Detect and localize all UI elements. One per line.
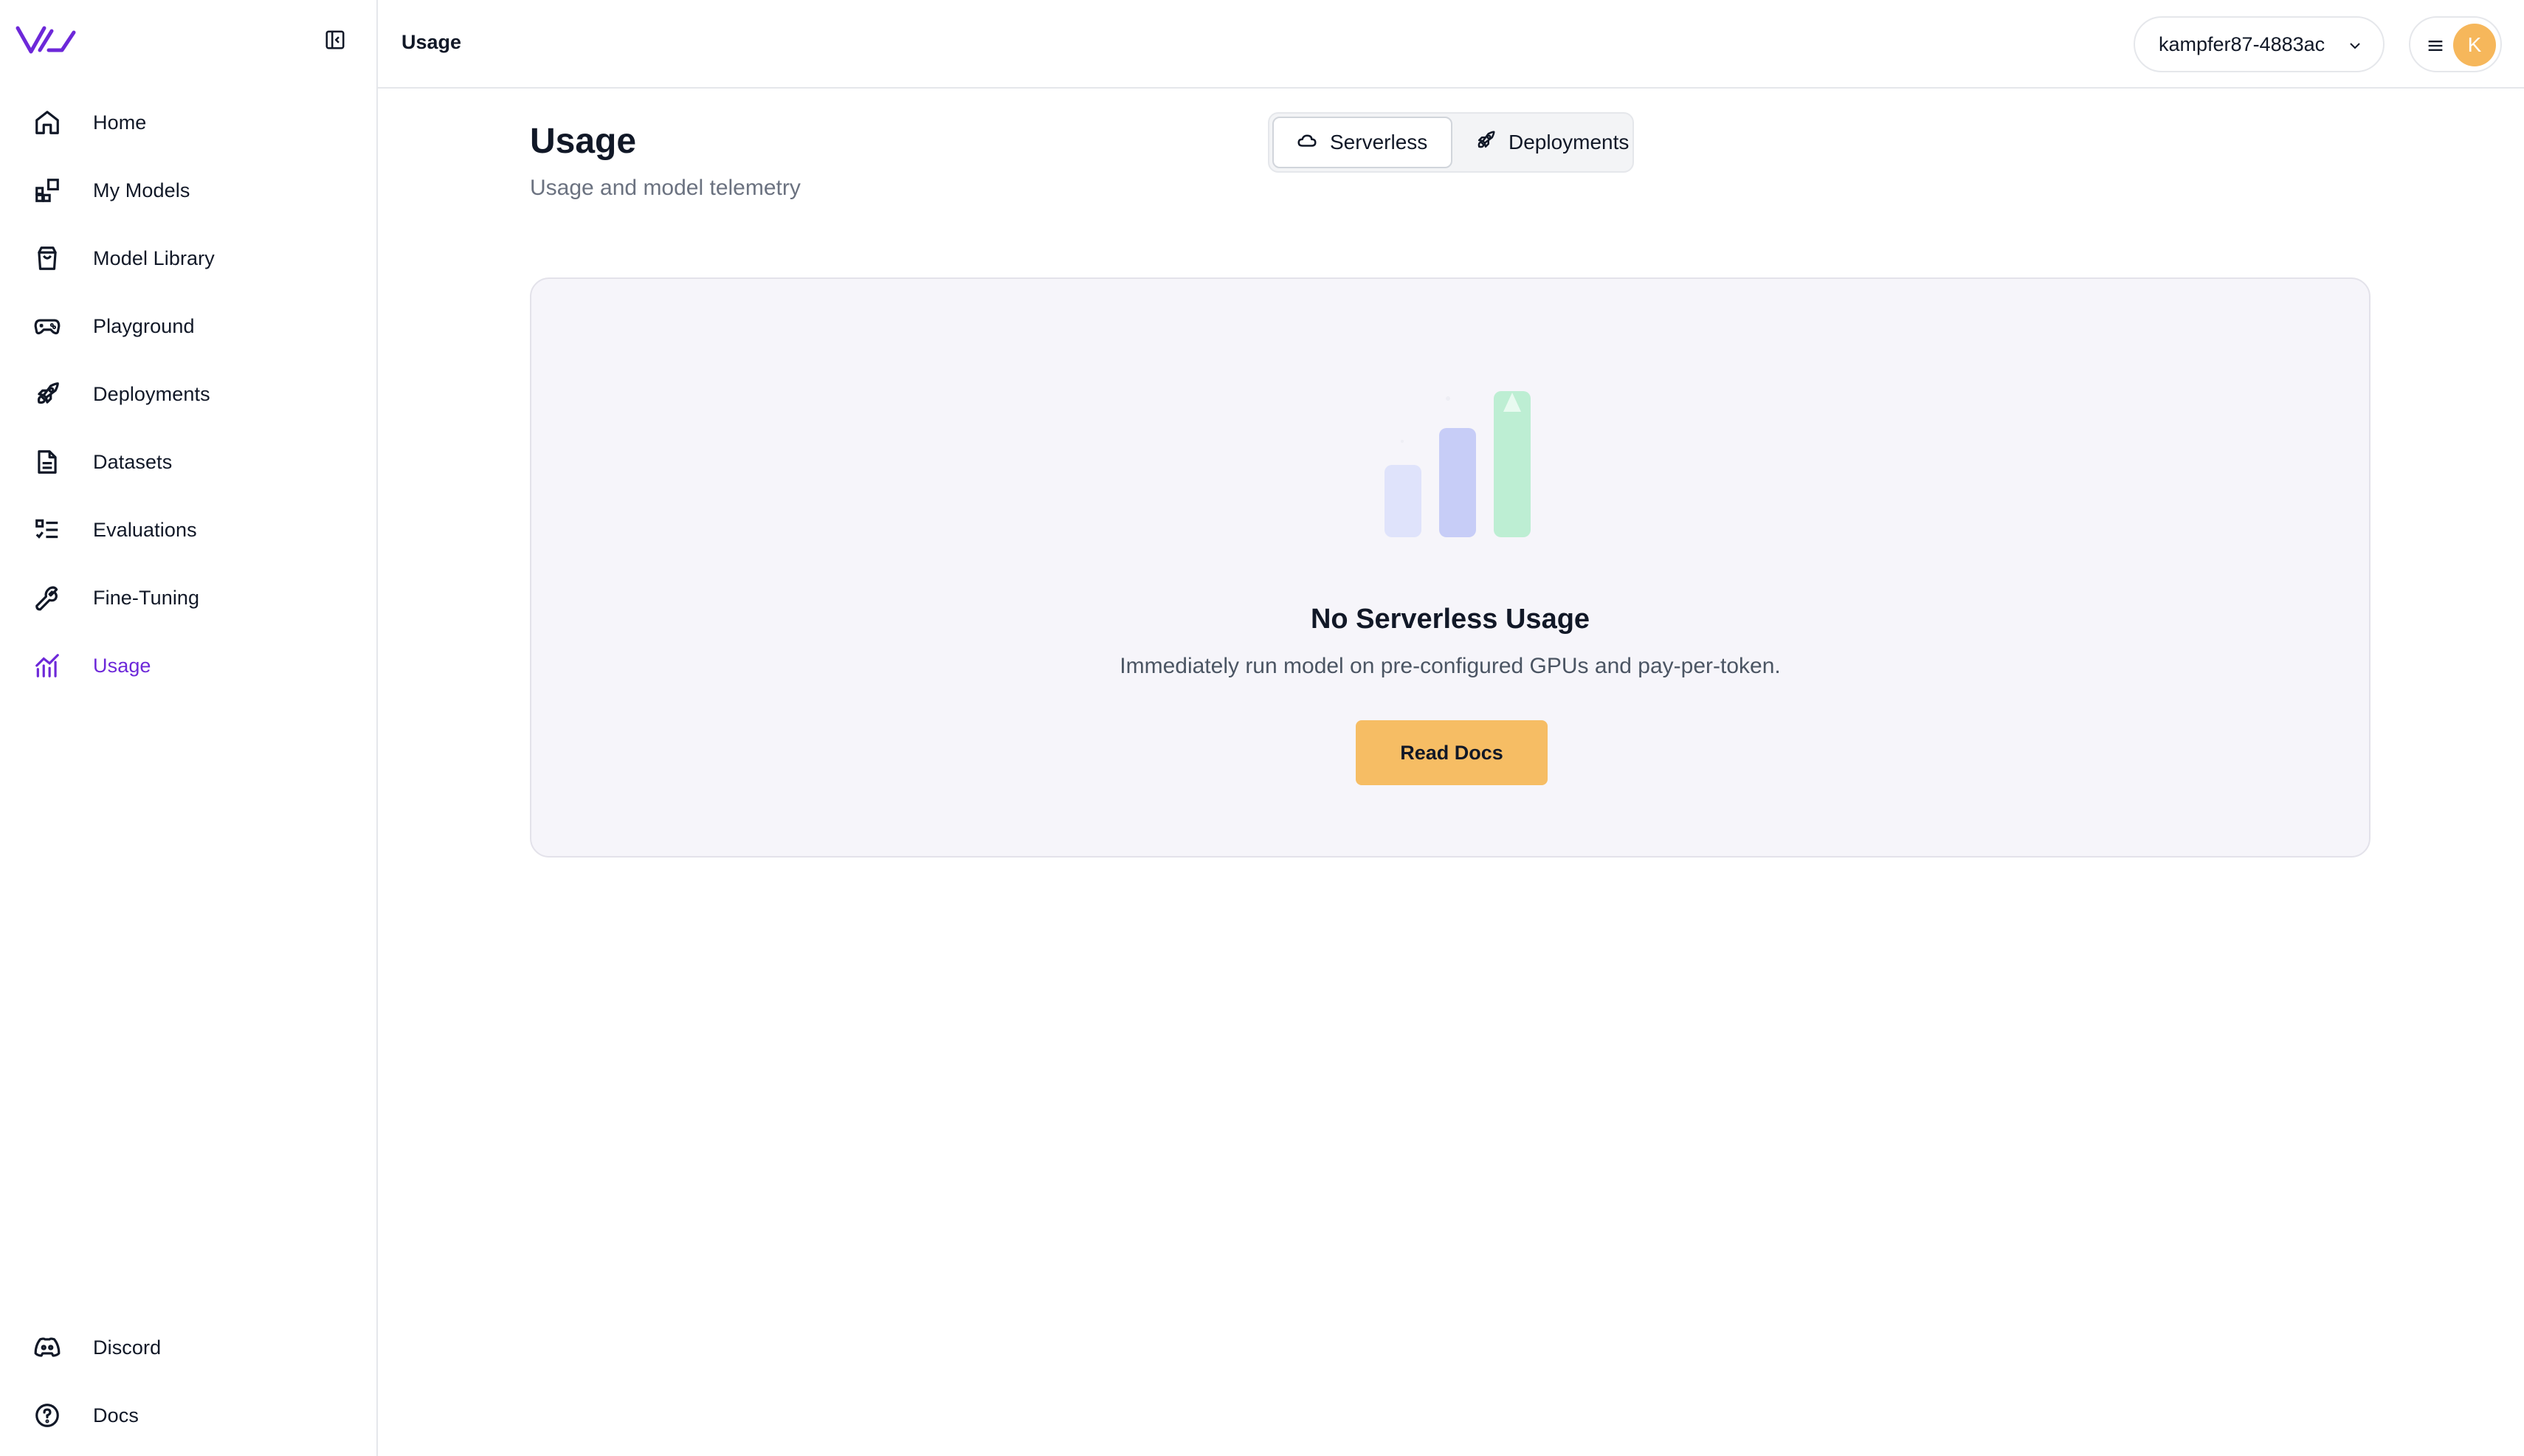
chevron-down-icon <box>2346 37 2364 60</box>
rocket-icon <box>30 376 65 412</box>
app-root: Home My Models Model Library Playground <box>0 0 2524 1456</box>
sidebar-item-docs[interactable]: Docs <box>0 1381 376 1449</box>
gamepad-icon <box>30 308 65 344</box>
user-menu-button[interactable]: K <box>2409 16 2502 72</box>
sidebar-item-label: Fine-Tuning <box>93 586 200 609</box>
document-icon <box>30 444 65 480</box>
tab-label: Serverless <box>1330 131 1428 153</box>
sidebar-collapse-icon <box>325 30 345 49</box>
rocket-icon <box>1475 129 1497 156</box>
empty-state-description: Immediately run model on pre-configured … <box>1120 654 1781 678</box>
sidebar-item-label: Model Library <box>93 246 215 269</box>
sidebar-item-datasets[interactable]: Datasets <box>0 428 376 496</box>
tab-deployments[interactable]: Deployments <box>1460 117 1630 168</box>
breadcrumb: Usage <box>401 31 462 53</box>
tab-label: Deployments <box>1508 131 1630 153</box>
empty-chart-illustration <box>1351 375 1542 545</box>
collapse-sidebar-button[interactable] <box>319 27 351 53</box>
account-name: kampfer87-4883ac <box>2159 32 2325 55</box>
sidebar-item-label: Deployments <box>93 382 210 405</box>
sidebar-item-label: My Models <box>93 179 190 201</box>
sidebar-item-label: Usage <box>93 654 151 677</box>
menu-icon <box>2425 35 2446 60</box>
sidebar-nav: Home My Models Model Library Playground <box>0 89 376 700</box>
sidebar-item-fine-tuning[interactable]: Fine-Tuning <box>0 564 376 632</box>
checklist-icon <box>30 512 65 548</box>
avatar: K <box>2453 24 2496 66</box>
sidebar-item-evaluations[interactable]: Evaluations <box>0 496 376 564</box>
sidebar-item-label: Docs <box>93 1404 139 1426</box>
usage-chart-icon <box>30 648 65 683</box>
models-grid-icon <box>30 173 65 208</box>
sidebar-item-label: Playground <box>93 314 195 337</box>
sidebar-item-label: Datasets <box>93 450 173 473</box>
shopping-bag-icon <box>30 241 65 276</box>
discord-icon <box>30 1330 65 1365</box>
sidebar-item-deployments[interactable]: Deployments <box>0 360 376 428</box>
wrench-icon <box>30 580 65 615</box>
empty-state-card: No Serverless Usage Immediately run mode… <box>530 277 2370 858</box>
sidebar-item-playground[interactable]: Playground <box>0 292 376 360</box>
sidebar-item-label: Evaluations <box>93 518 197 541</box>
empty-state-title: No Serverless Usage <box>1310 604 1590 635</box>
home-icon <box>30 105 65 140</box>
sidebar-item-discord[interactable]: Discord <box>0 1314 376 1381</box>
account-selector[interactable]: kampfer87-4883ac <box>2134 16 2385 72</box>
tab-serverless[interactable]: Serverless <box>1272 117 1452 168</box>
sidebar-item-label: Home <box>93 111 147 134</box>
usage-tabs: Serverless Deployments <box>1268 112 1634 173</box>
sidebar-item-my-models[interactable]: My Models <box>0 156 376 224</box>
sidebar-item-label: Discord <box>93 1336 162 1359</box>
page-title: Usage <box>530 122 637 161</box>
top-bar: Usage kampfer87-4883ac K <box>378 0 2524 89</box>
help-circle-icon <box>30 1398 65 1433</box>
sidebar: Home My Models Model Library Playground <box>0 0 378 1456</box>
read-docs-button[interactable]: Read Docs <box>1356 720 1548 785</box>
sidebar-bottom-nav: Discord Docs <box>0 1314 376 1449</box>
sidebar-item-usage[interactable]: Usage <box>0 632 376 700</box>
sidebar-item-home[interactable]: Home <box>0 89 376 156</box>
cloud-icon <box>1296 129 1318 156</box>
page-subtitle: Usage and model telemetry <box>530 176 801 200</box>
brand-logo[interactable] <box>15 24 78 56</box>
sidebar-item-model-library[interactable]: Model Library <box>0 224 376 292</box>
